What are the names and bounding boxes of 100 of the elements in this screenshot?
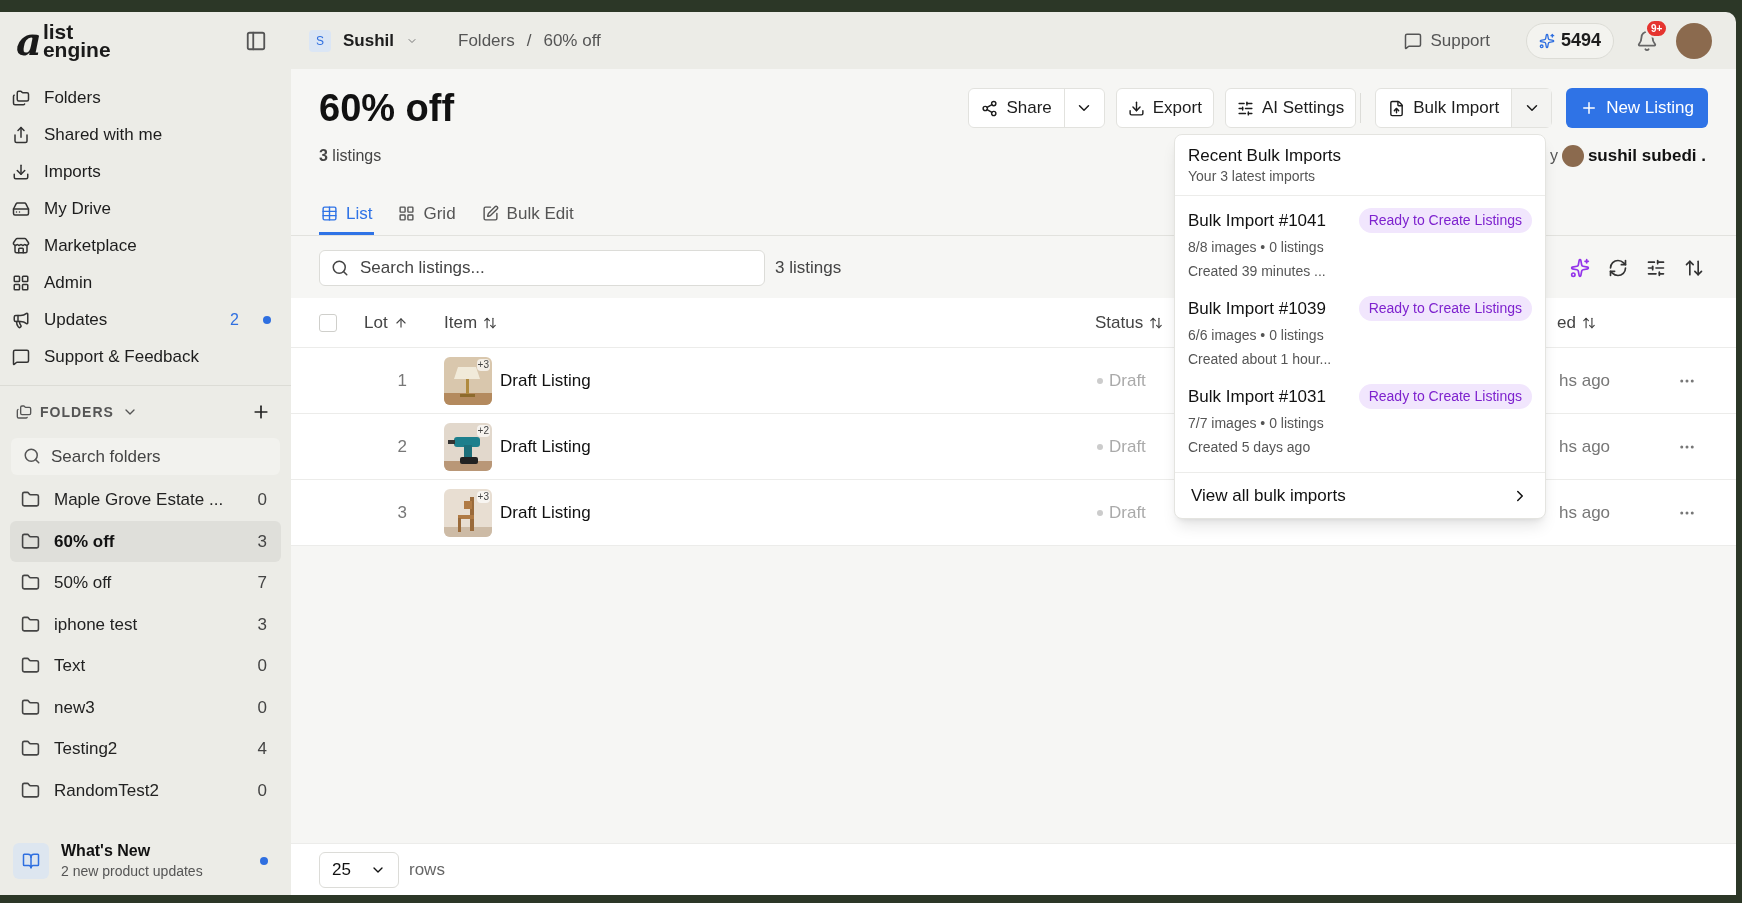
table-cell-text: hs ago <box>1559 435 1611 458</box>
drive-icon <box>12 199 30 218</box>
folder-item[interactable]: RandomTest2 0 <box>10 769 281 811</box>
column-header[interactable]: Item <box>444 309 498 336</box>
bulk-import-item[interactable]: Bulk Import #1031 Ready to Create Listings 7/7 images • 0 listings Created 5 days ago <box>1175 378 1545 466</box>
view-tab[interactable]: Grid <box>396 195 458 235</box>
refresh-icon[interactable] <box>1608 258 1628 278</box>
nav-item[interactable]: Updates 2 <box>10 301 281 338</box>
dropdown-toggle[interactable] <box>1511 89 1552 127</box>
notification-badge: 9+ <box>1645 18 1669 38</box>
action-button[interactable]: Export <box>1115 88 1214 128</box>
photo-count-badge: +2 <box>476 424 490 437</box>
search-folders-field[interactable]: Search folders <box>11 438 280 475</box>
view-tab[interactable]: Bulk Edit <box>479 195 576 235</box>
count-label: 2 <box>230 309 239 330</box>
folder-icon <box>21 614 40 634</box>
whats-new-subtitle: 2 new product updates <box>61 862 203 881</box>
folder-item[interactable]: iphone test 3 <box>10 603 281 645</box>
bulk-import-item[interactable]: Bulk Import #1039 Ready to Create Listings 6/6 images • 0 listings Created about 1 hour... <box>1175 290 1545 378</box>
folder-item[interactable]: Testing2 4 <box>10 728 281 770</box>
search-icon <box>23 447 41 465</box>
folder-item[interactable]: 50% off 7 <box>10 562 281 604</box>
sparkle-icon[interactable] <box>1570 258 1590 278</box>
edit-icon <box>481 205 499 222</box>
table-cell-text: hs ago <box>1559 501 1611 524</box>
nav-item[interactable]: My Drive <box>10 190 281 227</box>
photo-count-badge: +3 <box>476 490 490 503</box>
workspace-switcher[interactable]: S Sushil <box>309 27 418 54</box>
listing-title: Draft Listing <box>500 501 592 524</box>
view-tab[interactable]: List <box>319 195 375 235</box>
status-badge: Ready to Create Listings <box>1358 384 1532 410</box>
chat-icon <box>1404 31 1423 50</box>
nav-item[interactable]: Marketplace <box>10 227 281 264</box>
table-cell-text: hs ago <box>1559 369 1611 392</box>
download-icon <box>1127 99 1145 117</box>
folders-section-toggle[interactable]: FOLDERS <box>16 401 138 423</box>
column-header[interactable]: Status <box>1095 309 1164 336</box>
column-header[interactable]: ed <box>1557 309 1596 336</box>
file-upload-icon <box>1388 99 1406 117</box>
sliders-icon[interactable] <box>1646 258 1666 278</box>
column-header[interactable]: Lot <box>364 309 408 336</box>
menu-title: Recent Bulk Imports <box>1188 145 1343 167</box>
search-listings-field[interactable]: Search listings... <box>319 250 765 286</box>
owner-label: y <box>1549 146 1558 166</box>
listing-count: 3 listings <box>319 146 382 166</box>
support-link[interactable]: Support <box>1404 27 1490 54</box>
grid-icon <box>12 273 30 292</box>
sliders-icon <box>1236 99 1254 117</box>
new-listing-button[interactable]: New Listing <box>1566 88 1708 128</box>
nav-item[interactable]: Imports <box>10 153 281 190</box>
action-button[interactable]: AI Settings <box>1224 88 1357 128</box>
share-icon <box>981 99 999 117</box>
folders-icon <box>12 88 30 107</box>
folder-icon <box>21 573 40 593</box>
breadcrumb-link[interactable]: Folders <box>458 27 515 54</box>
store-icon <box>12 236 30 255</box>
grid-icon <box>398 205 416 222</box>
menu-subtitle: Your 3 latest imports <box>1188 167 1317 185</box>
nav-item[interactable]: Support & Feedback <box>10 338 281 375</box>
folder-item[interactable]: Text 0 <box>10 645 281 687</box>
book-icon <box>22 852 40 870</box>
photo-count-badge: +3 <box>476 358 490 371</box>
view-all-link[interactable]: View all bulk imports <box>1175 472 1545 518</box>
listing-title: Draft Listing <box>500 369 592 392</box>
breadcrumb-separator: / <box>526 29 532 52</box>
status-badge: Ready to Create Listings <box>1358 296 1532 322</box>
folder-icon <box>21 780 40 800</box>
rows-label: rows <box>409 858 445 881</box>
megaphone-icon <box>12 310 30 329</box>
whats-new-title[interactable]: What's New <box>61 841 203 861</box>
avatar[interactable] <box>1676 22 1712 59</box>
credits-pill[interactable]: 5494 <box>1525 22 1614 59</box>
share-icon <box>12 125 30 144</box>
listing-title: Draft Listing <box>500 435 592 458</box>
nav-item[interactable]: Admin <box>10 264 281 301</box>
nav-item[interactable]: Folders <box>10 79 281 116</box>
folder-icon <box>21 697 40 717</box>
sort-icon[interactable] <box>1684 258 1704 278</box>
nav-item[interactable]: Shared with me <box>10 116 281 153</box>
bulk-import-item[interactable]: Bulk Import #1041 Ready to Create Listings 8/8 images • 0 listings Created 39 minutes ... <box>1175 202 1545 290</box>
rows-per-page-select[interactable]: 25 <box>319 851 399 888</box>
search-icon <box>331 259 349 277</box>
download-icon <box>12 162 30 181</box>
folder-item[interactable]: Maple Grove Estate ... 0 <box>10 479 281 521</box>
folder-icon <box>21 656 40 676</box>
lot-number: 3 <box>396 501 408 524</box>
folder-item[interactable]: 60% off 3 <box>10 520 281 562</box>
chat-icon <box>12 347 30 366</box>
select-all-checkbox[interactable] <box>319 313 337 332</box>
page-title: 60% off <box>319 85 455 131</box>
folder-icon <box>21 490 40 510</box>
folder-item[interactable]: new3 0 <box>10 686 281 728</box>
owner-avatar <box>1561 145 1584 167</box>
breadcrumb-link[interactable]: 60% off <box>543 27 601 54</box>
workspace-avatar: S <box>309 29 331 52</box>
owner-name: sushil subedi . <box>1587 145 1706 168</box>
table-icon <box>321 205 338 222</box>
sidebar-toggle-icon[interactable] <box>245 29 267 52</box>
sparkle-icon <box>1538 32 1555 49</box>
folder-icon <box>21 531 40 551</box>
